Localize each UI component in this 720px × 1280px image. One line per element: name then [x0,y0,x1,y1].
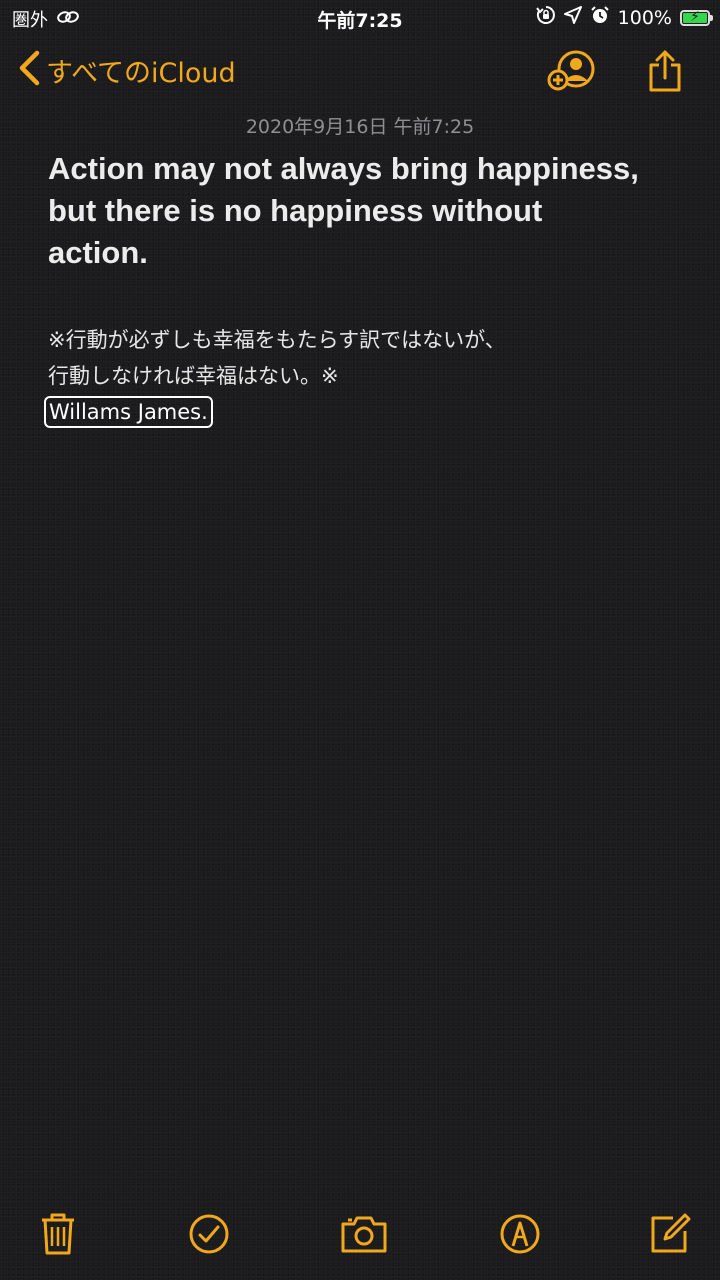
add-person-icon [546,49,596,97]
compose-button[interactable] [644,1210,696,1262]
camera-icon [340,1214,388,1258]
battery-percent: 100% [617,6,672,29]
delete-button[interactable] [32,1210,84,1262]
checklist-button[interactable] [183,1210,235,1262]
status-right: 100% ⚡ [535,5,713,30]
share-icon [647,49,683,97]
location-icon [563,6,582,29]
note-text-line: 行動しなければ幸福はない。※ [48,364,339,388]
camera-button[interactable] [338,1210,390,1262]
bottom-toolbar [0,1196,720,1280]
note-body[interactable]: Action may not always bring happiness, b… [44,148,688,428]
add-person-button[interactable] [546,48,596,98]
back-button[interactable]: すべてのiCloud [18,50,236,90]
trash-icon [40,1212,76,1260]
share-button[interactable] [640,48,690,98]
note-title-line: but there is no happiness without [48,193,543,228]
note-text-line: ※行動が必ずしも幸福をもたらす訳ではないが、 [48,328,506,352]
note-title-line: Action may not always bring happiness, [48,151,639,186]
alarm-icon [590,5,610,30]
markup-button[interactable] [494,1210,546,1262]
back-label: すべてのiCloud [46,57,236,89]
charging-bolt-icon: ⚡ [690,8,700,25]
rotation-lock-icon [535,5,556,30]
compose-icon [649,1213,691,1259]
note-date: 2020年9月16日 午前7:25 [245,116,475,138]
nav-bar: すべてのiCloud [0,44,720,104]
note-translation: ※行動が必ずしも幸福をもたらす訳ではないが、 行動しなければ幸福はない。※ [48,322,688,394]
note-title-line: action. [48,235,148,270]
battery-charging-icon: ⚡ [680,8,713,26]
markup-pen-icon [499,1213,541,1259]
checklist-icon [188,1213,230,1259]
note-author-selected[interactable]: Willams James. [44,396,213,428]
chevron-left-icon [18,50,40,90]
status-bar: 圏外 午前7:25 100% ⚡ [0,0,720,38]
